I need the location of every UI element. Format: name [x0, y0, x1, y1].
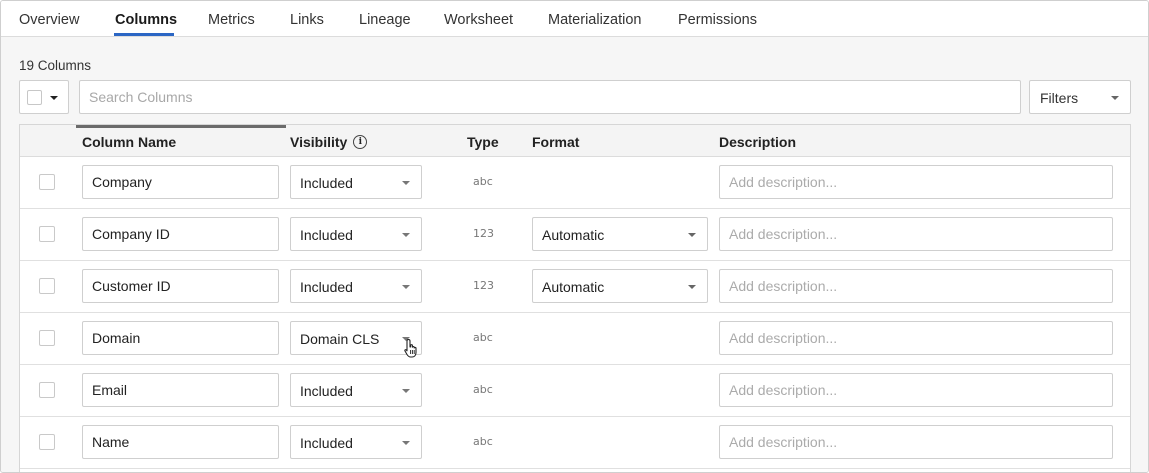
header-description: Description [719, 134, 797, 150]
chevron-down-icon [402, 285, 410, 289]
visibility-value: Included [300, 435, 353, 451]
visibility-value: Included [300, 279, 353, 295]
type-label: 123 [473, 279, 494, 292]
columns-panel: Overview Columns Metrics Links Lineage W… [0, 0, 1149, 473]
tab-worksheet[interactable]: Worksheet [444, 12, 513, 28]
description-input[interactable] [719, 165, 1113, 199]
tab-overview[interactable]: Overview [19, 12, 79, 28]
chevron-down-icon [688, 233, 696, 237]
type-label: abc [473, 435, 493, 448]
table-header: Column Name Visibility i Type Format Desc… [20, 125, 1130, 157]
tab-columns[interactable]: Columns [115, 12, 177, 28]
columns-table: Column Name Visibility i Type Format Desc… [19, 124, 1131, 472]
visibility-value: Included [300, 227, 353, 243]
type-label: 123 [473, 227, 494, 240]
search-input[interactable] [79, 80, 1021, 114]
table-row: Domain CLS abc [20, 312, 1130, 365]
chevron-down-icon [50, 96, 58, 100]
tab-links[interactable]: Links [290, 12, 324, 28]
tab-materialization[interactable]: Materialization [548, 12, 642, 28]
table-row: Included abc [20, 156, 1130, 209]
visibility-value: Included [300, 175, 353, 191]
table-row: Included 123 Automatic [20, 260, 1130, 313]
header-format: Format [532, 134, 580, 150]
column-name-input[interactable] [82, 425, 279, 459]
table-row: Included abc [20, 364, 1130, 417]
hand-cursor-icon [404, 338, 417, 358]
column-name-input[interactable] [82, 165, 279, 199]
filters-dropdown[interactable]: Filters [1029, 80, 1131, 114]
description-input[interactable] [719, 373, 1113, 407]
visibility-value: Domain CLS [300, 331, 380, 347]
description-input[interactable] [719, 321, 1113, 355]
visibility-select[interactable]: Included [290, 217, 422, 251]
row-checkbox[interactable] [39, 174, 55, 190]
select-all-checkbox[interactable] [27, 90, 42, 105]
visibility-select[interactable]: Domain CLS [290, 321, 422, 355]
filters-label: Filters [1040, 90, 1079, 106]
column-name-input[interactable] [82, 217, 279, 251]
table-row: Included 123 Automatic [20, 208, 1130, 261]
description-input[interactable] [719, 217, 1113, 251]
type-label: abc [473, 383, 493, 396]
tab-bar: Overview Columns Metrics Links Lineage W… [1, 1, 1148, 37]
bulk-select-dropdown[interactable] [19, 80, 69, 114]
description-input[interactable] [719, 269, 1113, 303]
format-select[interactable]: Automatic [532, 217, 708, 251]
info-icon[interactable]: i [353, 135, 368, 150]
column-name-input[interactable] [82, 373, 279, 407]
visibility-select[interactable]: Included [290, 425, 422, 459]
visibility-select[interactable]: Included [290, 373, 422, 407]
header-column-name[interactable]: Column Name [82, 134, 176, 150]
chevron-down-icon [402, 389, 410, 393]
header-type: Type [467, 134, 499, 150]
row-checkbox[interactable] [39, 330, 55, 346]
active-tab-indicator [114, 33, 174, 36]
header-visibility-label: Visibility [290, 134, 348, 150]
tab-permissions[interactable]: Permissions [678, 12, 757, 28]
header-visibility: Visibility i [290, 134, 368, 150]
format-value: Automatic [542, 227, 605, 243]
format-value: Automatic [542, 279, 605, 295]
row-checkbox[interactable] [39, 226, 55, 242]
chevron-down-icon [402, 441, 410, 445]
columns-count: 19 Columns [19, 58, 92, 73]
type-label: abc [473, 331, 493, 344]
chevron-down-icon [1111, 96, 1119, 100]
table-row: Included abc [20, 416, 1130, 469]
chevron-down-icon [402, 233, 410, 237]
column-name-input[interactable] [82, 321, 279, 355]
tab-lineage[interactable]: Lineage [359, 12, 411, 28]
column-resize-indicator [76, 125, 286, 128]
chevron-down-icon [402, 181, 410, 185]
visibility-select[interactable]: Included [290, 165, 422, 199]
format-select[interactable]: Automatic [532, 269, 708, 303]
description-input[interactable] [719, 425, 1113, 459]
row-checkbox[interactable] [39, 382, 55, 398]
columns-content: 19 Columns Filters Column Name Visibilit… [1, 37, 1148, 472]
row-checkbox[interactable] [39, 278, 55, 294]
visibility-value: Included [300, 383, 353, 399]
tab-metrics[interactable]: Metrics [208, 12, 255, 28]
type-label: abc [473, 175, 493, 188]
column-name-input[interactable] [82, 269, 279, 303]
visibility-select[interactable]: Included [290, 269, 422, 303]
row-checkbox[interactable] [39, 434, 55, 450]
chevron-down-icon [688, 285, 696, 289]
